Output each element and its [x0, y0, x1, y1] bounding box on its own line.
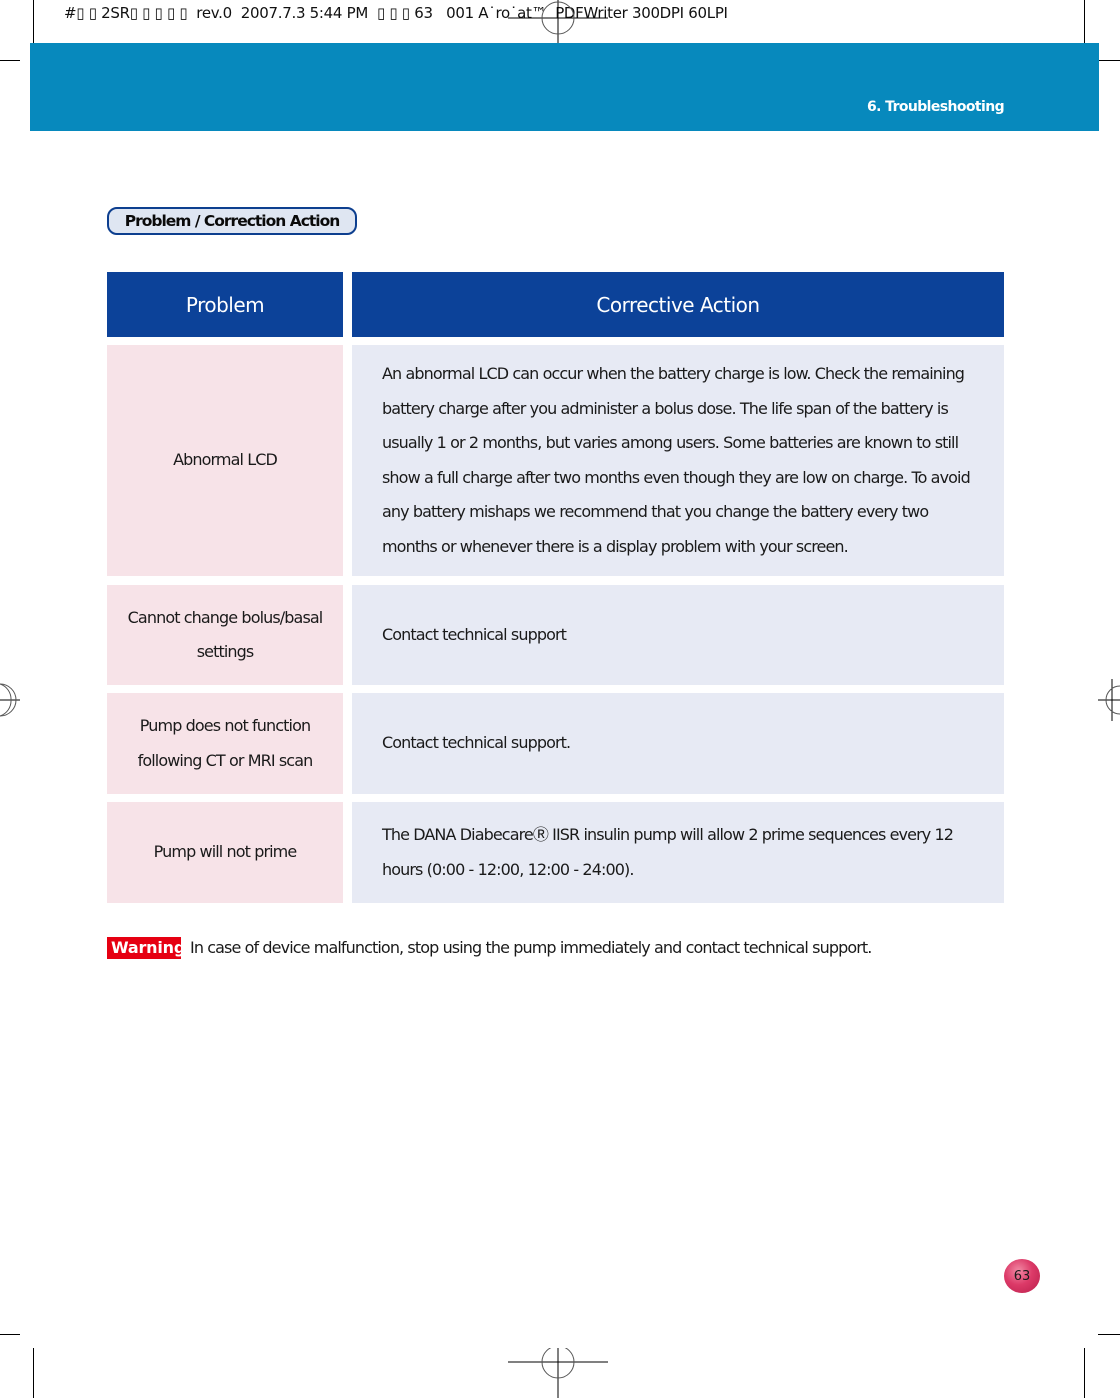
registration-mark-bottom: [508, 1348, 608, 1398]
page-number: 63: [1013, 1268, 1031, 1284]
table-row-problem: Pump does not function following CT or M…: [107, 693, 343, 794]
crop-mark: [1084, 0, 1085, 48]
crop-mark: [0, 1334, 20, 1335]
column-header-corrective-action: Corrective Action: [352, 272, 1004, 337]
registration-mark-right: [1098, 679, 1120, 721]
crop-mark: [1098, 60, 1120, 61]
table-row-action: Contact technical support.: [352, 693, 1004, 794]
crop-mark: [33, 1348, 34, 1398]
warning-badge: Warning: [107, 937, 181, 959]
print-header: #▯ ▯ 2SR▯ ▯ ▯ ▯ ▯ rev.0 2007.7.3 5:44 PM…: [64, 4, 728, 22]
table-row-action: Contact technical support: [352, 585, 1004, 685]
warning-text: In case of device malfunction, stop usin…: [190, 938, 872, 957]
section-title: 6. Troubleshooting: [867, 99, 1005, 115]
table-row-action: The DANA DiabecareⓇ IISR insulin pump wi…: [352, 802, 1004, 903]
header-band: [30, 43, 1099, 131]
crop-mark: [33, 0, 34, 48]
crop-mark: [1098, 1334, 1120, 1335]
crop-mark: [1084, 1348, 1085, 1398]
crop-mark: [0, 60, 20, 61]
page-number-badge: 63: [1004, 1259, 1040, 1293]
table-row-problem: Abnormal LCD: [107, 345, 343, 576]
table-row-action: An abnormal LCD can occur when the batte…: [352, 345, 1004, 576]
table-row-problem: Pump will not prime: [107, 802, 343, 903]
section-pill: Problem / Correction Action: [107, 207, 357, 235]
column-header-problem: Problem: [107, 272, 343, 337]
registration-mark-left: [0, 683, 20, 717]
table-row-problem: Cannot change bolus/basal settings: [107, 585, 343, 685]
